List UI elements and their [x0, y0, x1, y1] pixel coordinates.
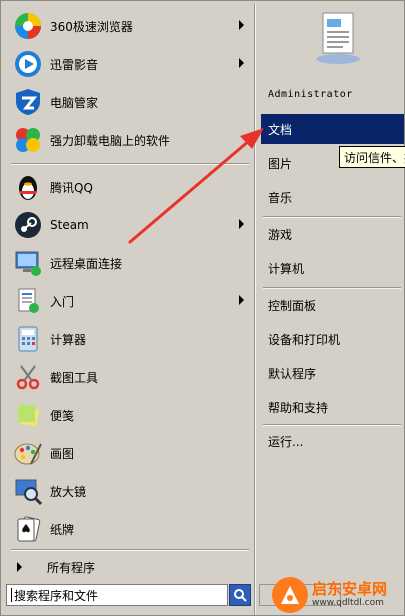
program-uninstaller[interactable]: 强力卸载电脑上的软件: [3, 122, 253, 158]
snipping-tool-icon: [12, 361, 44, 393]
program-label: 360极速浏览器: [50, 19, 133, 34]
program-360-browser[interactable]: 360极速浏览器: [3, 8, 253, 44]
start-menu: 360极速浏览器 迅雷影音 电脑管家 强力卸载电脑上的软件 腾讯QQ Steam…: [0, 0, 405, 616]
program-label: 便笺: [50, 408, 75, 423]
program-label: 放大镜: [50, 484, 87, 499]
places-panel: Administrator 文档 图片 音乐 游戏 计算机 控制面板 设备和打印…: [257, 3, 404, 615]
program-calculator[interactable]: 计算器: [3, 321, 253, 357]
all-programs-separator: [11, 549, 249, 551]
documents-tooltip: 访问信件、报: [339, 146, 405, 168]
program-getting-started[interactable]: 入门: [3, 283, 253, 319]
user-name[interactable]: Administrator: [268, 89, 353, 100]
watermark-logo-icon: [272, 577, 308, 613]
program-remote-desktop[interactable]: 远程桌面连接: [3, 245, 253, 281]
qq-penguin-icon: [12, 171, 44, 203]
program-label: 画图: [50, 446, 75, 461]
submenu-arrow-icon: [239, 295, 244, 305]
user-picture[interactable]: [313, 9, 363, 65]
programs-panel: 360极速浏览器 迅雷影音 电脑管家 强力卸载电脑上的软件 腾讯QQ Steam…: [3, 3, 253, 615]
place-documents[interactable]: 文档: [261, 114, 404, 144]
place-label: 帮助和支持: [268, 400, 329, 415]
place-devices-printers[interactable]: 设备和打印机: [261, 324, 404, 354]
program-label: 远程桌面连接: [50, 256, 123, 271]
place-label: 计算机: [268, 261, 305, 276]
place-label: 默认程序: [268, 366, 317, 381]
place-label: 运行...: [268, 434, 304, 449]
watermark-url: www.qdltdl.com: [312, 598, 384, 608]
place-label: 文档: [268, 122, 293, 137]
submenu-arrow-icon: [239, 58, 244, 68]
program-snipping-tool[interactable]: 截图工具: [3, 359, 253, 395]
place-label: 图片: [268, 156, 293, 171]
solitaire-icon: [12, 513, 44, 545]
program-label: 纸牌: [50, 522, 75, 537]
program-qq[interactable]: 腾讯QQ: [3, 169, 253, 205]
all-programs-label: 所有程序: [47, 560, 96, 575]
steam-icon: [12, 209, 44, 241]
program-pc-manager[interactable]: 电脑管家: [3, 84, 253, 120]
place-label: 游戏: [268, 227, 293, 242]
program-solitaire[interactable]: 纸牌: [3, 511, 253, 547]
calculator-icon: [12, 323, 44, 355]
place-run[interactable]: 运行...: [261, 426, 404, 456]
program-label: 迅雷影音: [50, 57, 99, 72]
place-help-support[interactable]: 帮助和支持: [261, 392, 404, 422]
magnifier-icon: [12, 475, 44, 507]
text-caret: [11, 588, 12, 602]
pinned-separator: [11, 163, 249, 165]
pc-manager-icon: [12, 86, 44, 118]
sticky-notes-icon: [12, 399, 44, 431]
program-magnifier[interactable]: 放大镜: [3, 473, 253, 509]
panel-divider: [254, 3, 256, 615]
place-computer[interactable]: 计算机: [261, 253, 404, 283]
program-label: 截图工具: [50, 370, 99, 385]
search-input[interactable]: 搜索程序和文件: [6, 584, 228, 606]
watermark-name: 启东安卓网: [312, 580, 388, 598]
program-steam[interactable]: Steam: [3, 207, 253, 243]
expand-arrow-icon: [17, 562, 22, 572]
getting-started-icon: [12, 285, 44, 317]
uninstaller-icon: [12, 124, 44, 156]
program-label: 计算器: [50, 332, 87, 347]
document-user-picture-icon: [316, 12, 360, 64]
search-placeholder: 搜索程序和文件: [14, 588, 99, 603]
places-separator: [263, 216, 401, 218]
program-label: Steam: [50, 218, 89, 232]
program-label: 腾讯QQ: [50, 180, 93, 195]
all-programs-button[interactable]: 所有程序: [3, 554, 253, 580]
site-watermark: 启东安卓网 www.qdltdl.com: [272, 574, 405, 616]
program-label: 电脑管家: [50, 95, 99, 110]
place-label: 控制面板: [268, 298, 317, 313]
watermark-text: 启东安卓网 www.qdltdl.com: [312, 581, 387, 609]
place-default-programs[interactable]: 默认程序: [261, 358, 404, 388]
xunlei-player-icon: [12, 48, 44, 80]
submenu-arrow-icon: [239, 219, 244, 229]
program-sticky-notes[interactable]: 便笺: [3, 397, 253, 433]
place-label: 音乐: [268, 190, 293, 205]
search-icon: [234, 589, 247, 602]
paint-icon: [12, 437, 44, 469]
search-button[interactable]: [229, 584, 251, 606]
program-label: 强力卸载电脑上的软件: [50, 133, 171, 148]
place-music[interactable]: 音乐: [261, 182, 404, 212]
program-paint[interactable]: 画图: [3, 435, 253, 471]
remote-desktop-icon: [12, 247, 44, 279]
program-label: 入门: [50, 294, 75, 309]
places-separator: [263, 287, 401, 289]
submenu-arrow-icon: [239, 20, 244, 30]
place-control-panel[interactable]: 控制面板: [261, 290, 404, 320]
place-games[interactable]: 游戏: [261, 219, 404, 249]
program-xunlei-player[interactable]: 迅雷影音: [3, 46, 253, 82]
place-label: 设备和打印机: [268, 332, 341, 347]
360-browser-icon: [12, 10, 44, 42]
